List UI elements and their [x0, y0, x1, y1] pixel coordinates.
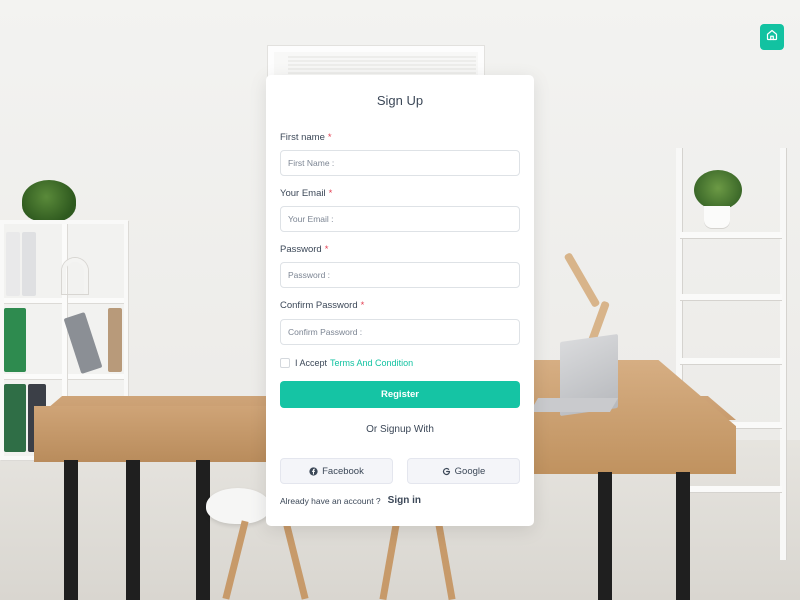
window-blind — [288, 56, 476, 76]
google-label: Google — [454, 465, 486, 477]
home-button[interactable] — [760, 24, 784, 50]
table-leg — [598, 472, 612, 600]
plant-left — [22, 180, 76, 222]
table-leg — [196, 460, 210, 600]
terms-checkbox[interactable] — [280, 358, 290, 368]
table-leg — [126, 460, 140, 600]
binder — [4, 308, 26, 372]
laptop-base — [529, 398, 619, 412]
ladder-step — [680, 294, 782, 300]
table-leg — [64, 460, 78, 600]
chair-seat — [206, 488, 270, 524]
facebook-icon — [309, 466, 318, 476]
ladder-step — [680, 486, 782, 492]
email-input[interactable] — [280, 206, 520, 232]
table-edge-left — [34, 406, 274, 462]
password-label-text: Password — [280, 244, 322, 255]
ladder-step — [680, 232, 782, 238]
facebook-button[interactable]: Facebook — [280, 458, 393, 484]
register-button[interactable]: Register — [280, 381, 520, 408]
first-name-label: First name * — [280, 132, 332, 143]
required-mark: * — [327, 132, 332, 143]
terms-row: I Accept Terms And Condition — [280, 357, 413, 369]
google-icon — [442, 467, 451, 476]
plant-right — [694, 170, 742, 210]
password-input[interactable] — [280, 262, 520, 288]
google-button[interactable]: Google — [407, 458, 520, 484]
facebook-label: Facebook — [322, 465, 364, 477]
email-label-text: Your Email — [280, 188, 326, 199]
or-signup-with-text: Or Signup With — [366, 424, 434, 435]
page-title: Sign Up — [376, 93, 424, 108]
binder — [4, 384, 26, 452]
binder — [108, 308, 122, 372]
signin-row: Already have an account ? Sign in — [280, 495, 421, 506]
required-mark: * — [324, 244, 329, 255]
password-label: Password * — [280, 244, 328, 255]
first-name-label-text: First name — [280, 132, 325, 143]
required-mark: * — [360, 300, 365, 311]
required-mark: * — [328, 188, 333, 199]
terms-text: I Accept — [295, 358, 328, 368]
ladder-rail — [780, 148, 786, 560]
binder — [6, 232, 20, 296]
home-icon — [766, 28, 778, 46]
binder — [63, 312, 103, 374]
headphones — [62, 258, 88, 294]
binder — [22, 232, 36, 296]
first-name-input[interactable] — [280, 150, 520, 176]
confirm-password-label: Confirm Password * — [280, 300, 364, 311]
ladder-step — [680, 358, 782, 364]
ladder-shelf — [676, 148, 786, 560]
email-label: Your Email * — [280, 188, 332, 199]
terms-link[interactable]: Terms And Condition — [330, 358, 413, 368]
pot-right — [704, 206, 730, 228]
table-leg — [676, 472, 690, 600]
signup-card: Sign Up First name* Your Email* Password… — [266, 75, 534, 526]
already-account-text: Already have an account ? — [280, 495, 381, 506]
confirm-password-label-text: Confirm Password — [280, 300, 358, 311]
signin-link[interactable]: Sign in — [388, 495, 421, 506]
confirm-password-input[interactable] — [280, 319, 520, 345]
